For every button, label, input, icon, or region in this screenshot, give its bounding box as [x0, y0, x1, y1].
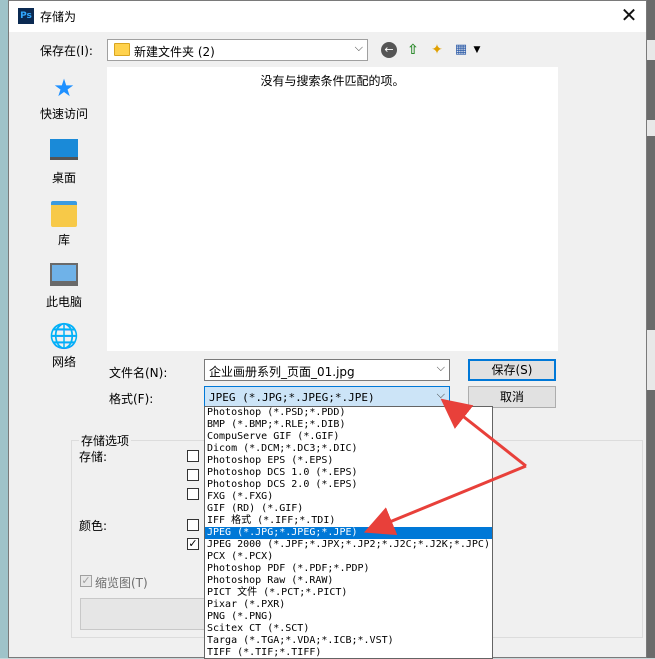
format-select[interactable]: JPEG (*.JPG;*.JPEG;*.JPE) ⌵ — [204, 386, 450, 408]
format-option[interactable]: PICT 文件 (*.PCT;*.PICT) — [205, 587, 492, 599]
empty-message: 没有与搜索条件匹配的项。 — [260, 74, 405, 88]
chevron-down-icon[interactable]: ⌵ — [437, 388, 445, 402]
format-option[interactable]: JPEG (*.JPG;*.JPEG;*.JPE) — [205, 527, 492, 539]
place-label: 此电脑 — [45, 295, 82, 309]
place-desktop[interactable]: 桌面 — [19, 137, 109, 186]
title-bar: Ps 存储为 ✕ — [9, 1, 646, 32]
save-label: 存储: — [79, 450, 108, 464]
back-icon[interactable]: ← — [381, 42, 397, 58]
desktop-icon — [48, 139, 80, 165]
place-quick-access[interactable]: ★ 快速访问 — [19, 75, 109, 122]
format-option[interactable]: Photoshop PDF (*.PDF;*.PDP) — [205, 563, 492, 575]
up-folder-icon[interactable]: ⇧ — [405, 42, 421, 58]
format-dropdown-list[interactable]: Photoshop (*.PSD;*.PDD) BMP (*.BMP;*.RLE;… — [204, 406, 493, 659]
filename-input[interactable]: 企业画册系列_页面_01.jpg ⌵ — [204, 359, 450, 381]
save-in-label: 保存在(I): — [40, 44, 93, 58]
format-option[interactable]: Photoshop DCS 1.0 (*.EPS) — [205, 467, 492, 479]
thumbnail-label: 缩览图(T) — [95, 576, 148, 590]
save-button[interactable]: 保存(S) — [468, 359, 556, 381]
save-in-dropdown[interactable]: 新建文件夹 (2) ⌵ — [107, 39, 368, 61]
format-option[interactable]: JPEG 2000 (*.JPF;*.JPX;*.JP2;*.J2C;*.J2K… — [205, 539, 492, 551]
format-option[interactable]: FXG (*.FXG) — [205, 491, 492, 503]
network-icon: 🌐 — [49, 322, 79, 350]
file-list[interactable]: 没有与搜索条件匹配的项。 — [107, 67, 558, 351]
format-option[interactable]: PCX (*.PCX) — [205, 551, 492, 563]
format-option[interactable]: Scitex CT (*.SCT) — [205, 623, 492, 635]
chevron-down-icon[interactable]: ⌵ — [437, 361, 445, 375]
computer-icon — [48, 263, 80, 289]
format-option[interactable]: TIFF (*.TIF;*.TIFF) — [205, 647, 492, 658]
close-button[interactable]: ✕ — [612, 1, 646, 32]
place-label: 库 — [57, 233, 70, 247]
filename-value: 企业画册系列_页面_01.jpg — [209, 365, 355, 379]
save-option-checkbox-2[interactable] — [187, 469, 199, 481]
color-label: 颜色: — [79, 519, 108, 533]
format-option[interactable]: GIF (RD) (*.GIF) — [205, 503, 492, 515]
format-option[interactable]: PNG (*.PNG) — [205, 611, 492, 623]
place-library[interactable]: 库 — [19, 199, 109, 248]
chevron-down-icon: ⌵ — [354, 41, 363, 54]
place-label: 快速访问 — [39, 107, 88, 121]
format-option[interactable]: Dicom (*.DCM;*.DC3;*.DIC) — [205, 443, 492, 455]
format-option[interactable]: Photoshop EPS (*.EPS) — [205, 455, 492, 467]
place-label: 网络 — [51, 355, 76, 369]
dialog-title: 存储为 — [40, 10, 77, 24]
folder-icon — [114, 43, 130, 56]
format-option[interactable]: Photoshop (*.PSD;*.PDD) — [205, 407, 492, 419]
color-option-checkbox-1[interactable] — [187, 519, 199, 531]
save-as-dialog: Ps 存储为 ✕ 保存在(I): 新建文件夹 (2) ⌵ ← ⇧ ✦ ▦ ▼ ★… — [8, 0, 647, 659]
options-warning-field — [80, 598, 212, 630]
format-option[interactable]: IFF 格式 (*.IFF;*.TDI) — [205, 515, 492, 527]
format-option[interactable]: Pixar (*.PXR) — [205, 599, 492, 611]
color-profile-checkbox[interactable]: ✓ — [187, 538, 199, 550]
new-folder-icon[interactable]: ✦ — [429, 42, 445, 58]
format-option[interactable]: CompuServe GIF (*.GIF) — [205, 431, 492, 443]
save-option-checkbox-3[interactable] — [187, 488, 199, 500]
thumbnail-checkbox[interactable]: ✓ — [80, 575, 92, 587]
format-value: JPEG (*.JPG;*.JPEG;*.JPE) — [209, 391, 375, 404]
cancel-button[interactable]: 取消 — [468, 386, 556, 408]
save-option-checkbox-1[interactable] — [187, 450, 199, 462]
photoshop-app-icon: Ps — [18, 8, 34, 24]
format-label: 格式(F): — [109, 392, 154, 406]
view-dropdown-arrow-icon[interactable]: ▼ — [469, 42, 485, 58]
place-label: 桌面 — [51, 171, 76, 185]
place-network[interactable]: 🌐 网络 — [19, 323, 109, 370]
format-option[interactable]: BMP (*.BMP;*.RLE;*.DIB) — [205, 419, 492, 431]
filename-label: 文件名(N): — [109, 366, 168, 380]
format-option[interactable]: Photoshop Raw (*.RAW) — [205, 575, 492, 587]
current-folder: 新建文件夹 (2) — [134, 45, 215, 59]
format-option[interactable]: Photoshop DCS 2.0 (*.EPS) — [205, 479, 492, 491]
format-option[interactable]: Targa (*.TGA;*.VDA;*.ICB;*.VST) — [205, 635, 492, 647]
library-icon — [48, 201, 80, 227]
save-options-title: 存储选项 — [79, 432, 132, 449]
place-this-pc[interactable]: 此电脑 — [19, 261, 109, 310]
view-menu-icon[interactable]: ▦ — [453, 42, 469, 58]
star-icon: ★ — [53, 74, 75, 102]
